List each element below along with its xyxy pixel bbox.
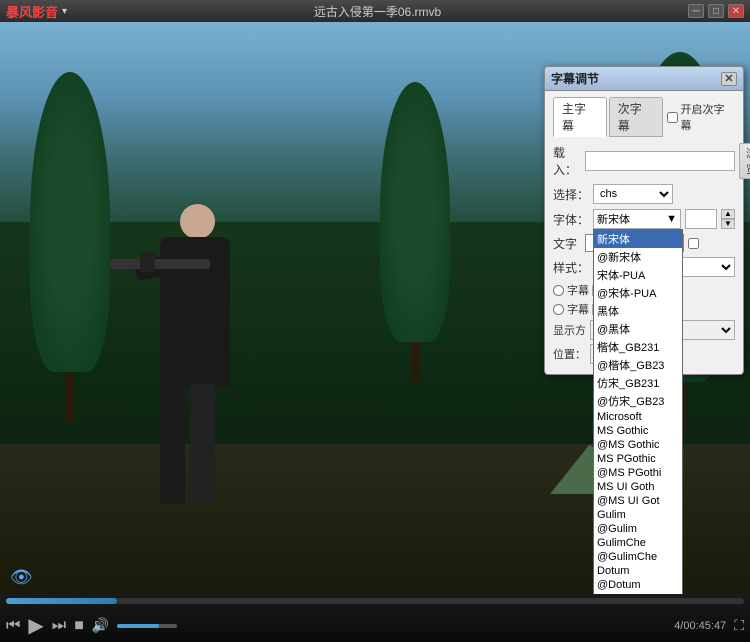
controls-bar: ⏮ ▶ ⏭ ■ 🔊 4/00:45:47 ⛶ — [0, 594, 750, 642]
font-list-item[interactable]: @楷体_GB23 — [594, 356, 682, 374]
font-list-item[interactable]: DotumChe — [594, 592, 682, 594]
font-list-item[interactable]: @新宋体 — [594, 248, 682, 266]
font-row: 字体： 新宋体 ▼ 新宋体@新宋体宋体-PUA@宋体-PUA黑体@黑体楷体_GB… — [553, 209, 735, 229]
font-list-item[interactable]: GulimChe — [594, 536, 682, 550]
font-list-item[interactable]: MS UI Goth — [594, 480, 682, 494]
tree-left — [30, 72, 110, 422]
tab-row: 主字幕 次字幕 开启次字幕 — [553, 97, 735, 137]
close-button[interactable]: ✕ — [728, 4, 744, 18]
font-list-item[interactable]: Dotum — [594, 564, 682, 578]
font-select-container: 新宋体 ▼ 新宋体@新宋体宋体-PUA@宋体-PUA黑体@黑体楷体_GB231@… — [593, 209, 681, 229]
font-size-down[interactable]: ▼ — [721, 219, 735, 229]
window-title: 远古入侵第一季06.rmvb — [67, 3, 688, 20]
font-list-item[interactable]: @宋体-PUA — [594, 284, 682, 302]
font-list-item[interactable]: @黑体 — [594, 320, 682, 338]
volume-fill — [117, 624, 159, 628]
dialog-titlebar: 字幕调节 ✕ — [545, 67, 743, 91]
time-display: 4/00:45:47 — [674, 620, 726, 632]
tree-mid — [380, 82, 450, 382]
subtitle-label2: 字幕 — [567, 301, 589, 317]
enable-secondary-checkbox-row: 开启次字幕 — [667, 101, 736, 133]
font-list-item[interactable]: @MS UI Got — [594, 494, 682, 508]
font-label: 字体： — [553, 211, 589, 228]
font-list-item[interactable]: Microsoft — [594, 410, 682, 424]
select-row: 选择： chs cht eng — [553, 184, 735, 204]
load-input[interactable] — [585, 151, 735, 171]
font-list-item[interactable]: @MS Gothic — [594, 438, 682, 452]
font-list-item[interactable]: 仿宋_GB231 — [594, 374, 682, 392]
person-figure — [130, 204, 260, 504]
position-label: 位置： — [553, 346, 586, 362]
dialog-close-button[interactable]: ✕ — [721, 72, 737, 86]
font-list-item[interactable]: @GulimChe — [594, 550, 682, 564]
font-list-item[interactable]: 新宋体 — [594, 230, 682, 248]
load-label: 载入： — [553, 144, 581, 178]
enable-secondary-checkbox[interactable] — [667, 112, 678, 123]
titlebar-left: 暴风影音 ▾ — [6, 2, 67, 21]
titlebar: 暴风影音 ▾ 远古入侵第一季06.rmvb ─ □ ✕ — [0, 0, 750, 22]
font-list-item[interactable]: @Dotum — [594, 578, 682, 592]
dialog-title: 字幕调节 — [551, 70, 599, 87]
font-list-item[interactable]: @Gulim — [594, 522, 682, 536]
text-label: 文字 — [553, 235, 581, 252]
load-row: 载入： 浏览 — [553, 143, 735, 179]
font-size-spin: ▲ ▼ — [721, 209, 735, 229]
tab-secondary-subtitle[interactable]: 次字幕 — [609, 97, 663, 137]
fullscreen-button[interactable]: ⛶ — [734, 617, 744, 634]
progress-fill — [6, 598, 117, 604]
subtitle-radio2[interactable] — [553, 304, 564, 315]
volume-icon: 🔊 — [92, 617, 109, 634]
subtitle-label1: 字幕 — [567, 282, 589, 298]
minimize-button[interactable]: ─ — [688, 4, 704, 18]
dialog-body: 主字幕 次字幕 开启次字幕 载入： 浏览 选择： chs cht — [545, 91, 743, 374]
controls-right: 4/00:45:47 ⛶ — [674, 617, 744, 634]
eye-icon[interactable]: 👁 — [10, 567, 33, 588]
font-dropdown-arrow: ▼ — [666, 213, 677, 225]
prev-button[interactable]: ⏮ — [6, 617, 20, 635]
app-logo: 暴风影音 — [6, 2, 58, 21]
volume-bar[interactable] — [117, 624, 177, 628]
font-list-item[interactable]: @仿宋_GB23 — [594, 392, 682, 410]
select-label: 选择： — [553, 186, 589, 203]
subtitle-radio1[interactable] — [553, 285, 564, 296]
video-area: 字幕调节 ✕ 主字幕 次字幕 开启次字幕 载入： 浏览 选 — [0, 22, 750, 594]
enable-secondary-label: 开启次字幕 — [681, 101, 736, 133]
controls-left: ⏮ ▶ ⏭ ■ 🔊 — [6, 613, 177, 638]
font-list-item[interactable]: Gulim — [594, 508, 682, 522]
style-label: 样式： — [553, 259, 589, 276]
font-list-item[interactable]: MS PGothic — [594, 452, 682, 466]
language-select[interactable]: chs cht eng — [593, 184, 673, 204]
shadow-checkbox[interactable] — [688, 238, 699, 249]
font-list-item[interactable]: @MS PGothi — [594, 466, 682, 480]
font-size-up[interactable]: ▲ — [721, 209, 735, 219]
next-button[interactable]: ⏭ — [52, 617, 66, 635]
font-current-value: 新宋体 — [597, 211, 630, 227]
maximize-button[interactable]: □ — [708, 4, 724, 18]
font-list-item[interactable]: 楷体_GB231 — [594, 338, 682, 356]
font-size-input[interactable]: 18 — [685, 209, 717, 229]
controls-row: ⏮ ▶ ⏭ ■ 🔊 4/00:45:47 ⛶ — [6, 613, 744, 638]
subtitle-dialog: 字幕调节 ✕ 主字幕 次字幕 开启次字幕 载入： 浏览 选 — [544, 66, 744, 375]
play-button[interactable]: ▶ — [28, 613, 43, 638]
font-list-item[interactable]: 宋体-PUA — [594, 266, 682, 284]
tab-main-subtitle[interactable]: 主字幕 — [553, 97, 607, 137]
font-list-item[interactable]: 黑体 — [594, 302, 682, 320]
font-list-item[interactable]: MS Gothic — [594, 424, 682, 438]
browse-button[interactable]: 浏览 — [739, 143, 750, 179]
font-dropdown-list[interactable]: 新宋体@新宋体宋体-PUA@宋体-PUA黑体@黑体楷体_GB231@楷体_GB2… — [593, 229, 683, 594]
window-controls: ─ □ ✕ — [688, 4, 744, 18]
font-select-display[interactable]: 新宋体 ▼ — [593, 209, 681, 229]
stop-button[interactable]: ■ — [74, 617, 84, 635]
progress-bar[interactable] — [6, 598, 744, 604]
display-label: 显示方 — [553, 322, 586, 338]
